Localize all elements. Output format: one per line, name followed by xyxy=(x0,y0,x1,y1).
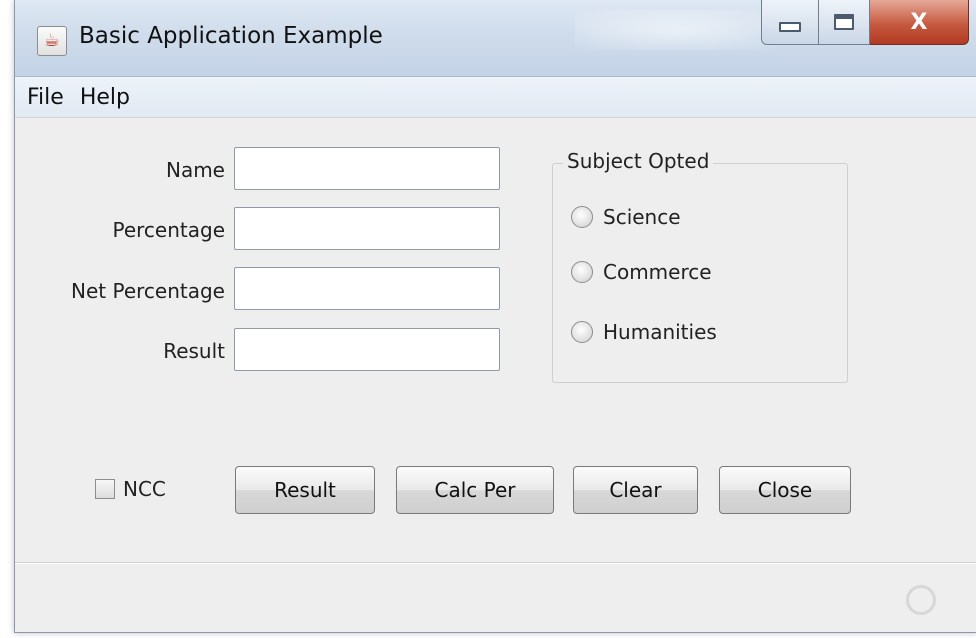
menu-bar: File Help xyxy=(15,77,976,118)
result-button[interactable]: Result xyxy=(235,466,375,514)
window-controls: X xyxy=(761,0,969,45)
clear-button[interactable]: Clear xyxy=(573,466,698,514)
net-percentage-label: Net Percentage xyxy=(71,279,225,303)
minimize-button[interactable] xyxy=(761,0,819,45)
radio-commerce-label: Commerce xyxy=(603,260,712,284)
radio-science-label: Science xyxy=(603,205,681,229)
menu-help[interactable]: Help xyxy=(80,85,130,110)
title-bar[interactable]: ☕ Basic Application Example X xyxy=(15,0,976,77)
close-window-button[interactable]: X xyxy=(870,0,969,45)
radio-commerce[interactable]: Commerce xyxy=(571,260,712,284)
percentage-field[interactable] xyxy=(234,207,500,250)
window-title: Basic Application Example xyxy=(79,23,383,49)
close-icon: X xyxy=(910,9,928,35)
busy-indicator-icon xyxy=(906,585,936,615)
java-cup-icon[interactable]: ☕ xyxy=(37,26,67,56)
radio-circle-icon[interactable] xyxy=(571,206,593,228)
radio-science[interactable]: Science xyxy=(571,205,681,229)
status-divider xyxy=(15,562,976,564)
ncc-checkbox[interactable]: NCC xyxy=(95,477,166,501)
calc-per-button[interactable]: Calc Per xyxy=(396,466,554,514)
close-button[interactable]: Close xyxy=(719,466,851,514)
radio-humanities-label: Humanities xyxy=(603,320,717,344)
result-label: Result xyxy=(163,339,225,363)
menu-file[interactable]: File xyxy=(27,85,64,110)
checkbox-box-icon[interactable] xyxy=(95,479,115,499)
maximize-icon xyxy=(834,14,854,30)
minimize-icon xyxy=(779,22,801,32)
application-window: ☕ Basic Application Example X File Help … xyxy=(14,0,976,633)
title-bar-glare xyxy=(575,10,775,50)
net-percentage-field[interactable] xyxy=(234,267,500,310)
name-field[interactable] xyxy=(234,147,500,190)
radio-circle-icon[interactable] xyxy=(571,321,593,343)
radio-humanities[interactable]: Humanities xyxy=(571,320,717,344)
percentage-label: Percentage xyxy=(112,218,225,242)
ncc-label: NCC xyxy=(123,477,166,501)
result-field[interactable] xyxy=(234,328,500,371)
maximize-button[interactable] xyxy=(819,0,870,45)
name-label: Name xyxy=(165,158,225,182)
radio-circle-icon[interactable] xyxy=(571,261,593,283)
subject-opted-title: Subject Opted xyxy=(563,149,714,173)
